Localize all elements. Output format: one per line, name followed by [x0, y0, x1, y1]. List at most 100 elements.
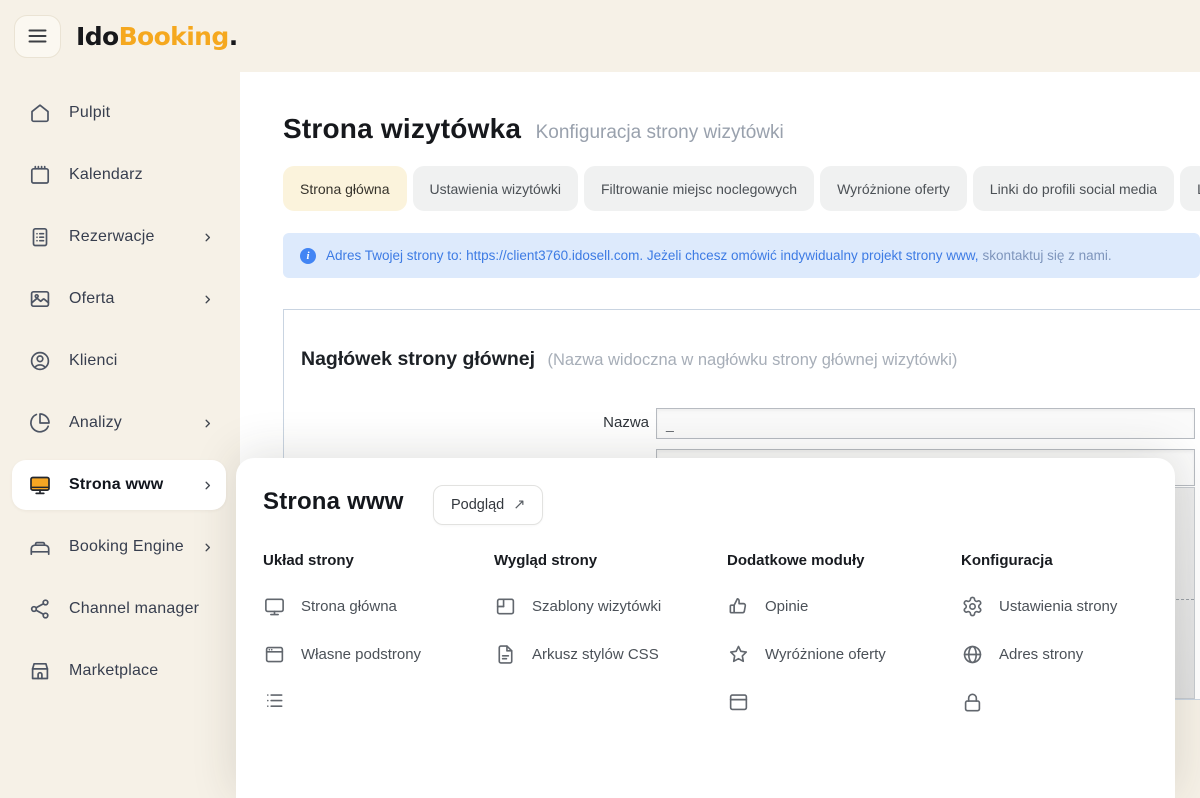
logo-part-dot: . — [229, 22, 238, 51]
banner-icon — [727, 691, 750, 714]
sidebar-label: Booking Engine — [69, 538, 184, 556]
tab-wyroznione-oferty[interactable]: Wyróżnione oferty — [820, 166, 967, 211]
flyout-column-uklad-strony: Układ strony Strona główna Własne podstr… — [263, 552, 488, 739]
sidebar-item-pulpit[interactable]: Pulpit — [12, 88, 226, 138]
flyout-item-label: Strona główna — [301, 598, 397, 615]
layout-template-icon — [494, 595, 517, 618]
flyout-item-label: Własne podstrony — [301, 646, 421, 663]
sidebar-label: Rezerwacje — [69, 228, 155, 246]
tab-filtrowanie-miejsc[interactable]: Filtrowanie miejsc noclegowych — [584, 166, 814, 211]
name-field-label: Nazwa — [529, 414, 649, 431]
hamburger-menu-button[interactable] — [14, 15, 61, 58]
sidebar-item-rezerwacje[interactable]: Rezerwacje — [12, 212, 226, 262]
preview-button[interactable]: Podgląd ↗ — [433, 485, 543, 525]
flyout-item-arkusz-stylow-css[interactable]: Arkusz stylów CSS — [494, 643, 719, 666]
lock-icon — [961, 691, 984, 714]
tab-bar: Strona główna Ustawienia wizytówki Filtr… — [283, 166, 1200, 211]
flyout-item-ustawienia-strony[interactable]: Ustawienia strony — [961, 595, 1186, 618]
flyout-item-label: Adres strony — [999, 646, 1083, 663]
column-header: Konfiguracja — [961, 552, 1186, 569]
home-icon — [28, 101, 52, 125]
thumbs-up-icon — [727, 595, 750, 618]
user-circle-icon — [28, 349, 52, 373]
info-banner: i Adres Twojej strony to: https://client… — [283, 233, 1200, 278]
arrow-up-right-icon: ↗ — [513, 497, 525, 513]
name-input[interactable]: _ — [656, 408, 1195, 439]
sidebar-label: Klienci — [69, 352, 118, 370]
tab-linki-social-media[interactable]: Linki do profili social media — [973, 166, 1174, 211]
chevron-right-icon — [201, 541, 214, 554]
browser-window-icon — [263, 643, 286, 666]
preview-button-label: Podgląd — [451, 497, 504, 513]
chevron-right-icon — [201, 293, 214, 306]
banner-text: Adres Twojej strony to: https://client37… — [326, 248, 979, 263]
sidebar-item-klienci[interactable]: Klienci — [12, 336, 226, 386]
flyout-item-adres-strony[interactable]: Adres strony — [961, 643, 1186, 666]
flyout-item-wlasne-podstrony[interactable]: Własne podstrony — [263, 643, 488, 666]
flyout-item-label: Opinie — [765, 598, 808, 615]
column-header: Układ strony — [263, 552, 488, 569]
sidebar: Pulpit Kalendarz Rezerwacje Oferta Klien… — [0, 72, 240, 698]
main-content: Strona wizytówka Konfiguracja strony wiz… — [240, 72, 1200, 698]
star-icon — [727, 643, 750, 666]
idobooking-logo[interactable]: IdoBooking. — [76, 22, 238, 51]
page-subtitle: Konfiguracja strony wizytówki — [536, 122, 784, 143]
flyout-item-opinie[interactable]: Opinie — [727, 595, 952, 618]
sidebar-item-booking-engine[interactable]: Booking Engine — [12, 522, 226, 572]
clipboard-icon — [28, 225, 52, 249]
sidebar-item-marketplace[interactable]: Marketplace — [12, 646, 226, 696]
sidebar-label: Analizy — [69, 414, 122, 432]
sidebar-label: Pulpit — [69, 104, 110, 122]
section-hint: (Nazwa widoczna w nagłówku strony główne… — [548, 351, 958, 369]
flyout-item-wyroznione-oferty[interactable]: Wyróżnione oferty — [727, 643, 952, 666]
flyout-title: Strona www — [263, 488, 404, 516]
globe-icon — [961, 643, 984, 666]
sidebar-label: Kalendarz — [69, 166, 143, 184]
logo-part-booking: Booking — [119, 22, 229, 51]
calendar-icon — [28, 163, 52, 187]
flyout-item-label: Szablony wizytówki — [532, 598, 661, 615]
topbar: IdoBooking. — [0, 0, 1200, 72]
flyout-item-partial[interactable] — [961, 691, 1186, 714]
sidebar-item-strona-www[interactable]: Strona www — [12, 460, 226, 510]
chevron-right-icon — [201, 417, 214, 430]
monitor-icon — [263, 595, 286, 618]
section-title: Nagłówek strony głównej — [301, 348, 535, 370]
logo-part-ido: Ido — [76, 22, 119, 51]
flyout-item-szablony-wizytowki[interactable]: Szablony wizytówki — [494, 595, 719, 618]
column-header: Dodatkowe moduły — [727, 552, 952, 569]
sidebar-item-channel-manager[interactable]: Channel manager — [12, 584, 226, 634]
chevron-right-icon — [201, 231, 214, 244]
section-heading: Nagłówek strony głównej (Nazwa widoczna … — [301, 348, 957, 371]
flyout-item-partial[interactable] — [727, 691, 952, 714]
info-icon: i — [300, 248, 316, 264]
sidebar-label: Strona www — [69, 476, 163, 494]
share-network-icon — [28, 597, 52, 621]
flyout-column-wyglad-strony: Wygląd strony Szablony wizytówki Arkusz … — [494, 552, 719, 691]
bed-icon — [28, 535, 52, 559]
page-title: Strona wizytówka — [283, 113, 521, 144]
monitor-icon — [28, 473, 52, 497]
tab-ustawienia-wizytowki[interactable]: Ustawienia wizytówki — [413, 166, 578, 211]
gear-icon — [961, 595, 984, 618]
flyout-column-konfiguracja: Konfiguracja Ustawienia strony Adres str… — [961, 552, 1186, 739]
tab-strona-glowna[interactable]: Strona główna — [283, 166, 407, 211]
flyout-column-dodatkowe-moduly: Dodatkowe moduły Opinie Wyróżnione ofert… — [727, 552, 952, 739]
page-title-row: Strona wizytówka Konfiguracja strony wiz… — [283, 113, 784, 145]
flyout-item-label: Arkusz stylów CSS — [532, 646, 659, 663]
flyout-item-partial[interactable] — [263, 691, 488, 714]
css-file-icon — [494, 643, 517, 666]
sidebar-item-analizy[interactable]: Analizy — [12, 398, 226, 448]
flyout-item-strona-glowna[interactable]: Strona główna — [263, 595, 488, 618]
sidebar-item-oferta[interactable]: Oferta — [12, 274, 226, 324]
sidebar-label: Marketplace — [69, 662, 158, 680]
hamburger-icon — [28, 29, 47, 43]
tab-logo[interactable]: Log — [1180, 166, 1200, 211]
image-icon — [28, 287, 52, 311]
sidebar-item-kalendarz[interactable]: Kalendarz — [12, 150, 226, 200]
banner-contact-link[interactable]: skontaktuj się z nami. — [983, 248, 1112, 263]
store-icon — [28, 659, 52, 683]
list-icon — [263, 691, 286, 714]
sidebar-label: Channel manager — [69, 600, 199, 618]
chevron-right-icon — [201, 479, 214, 492]
